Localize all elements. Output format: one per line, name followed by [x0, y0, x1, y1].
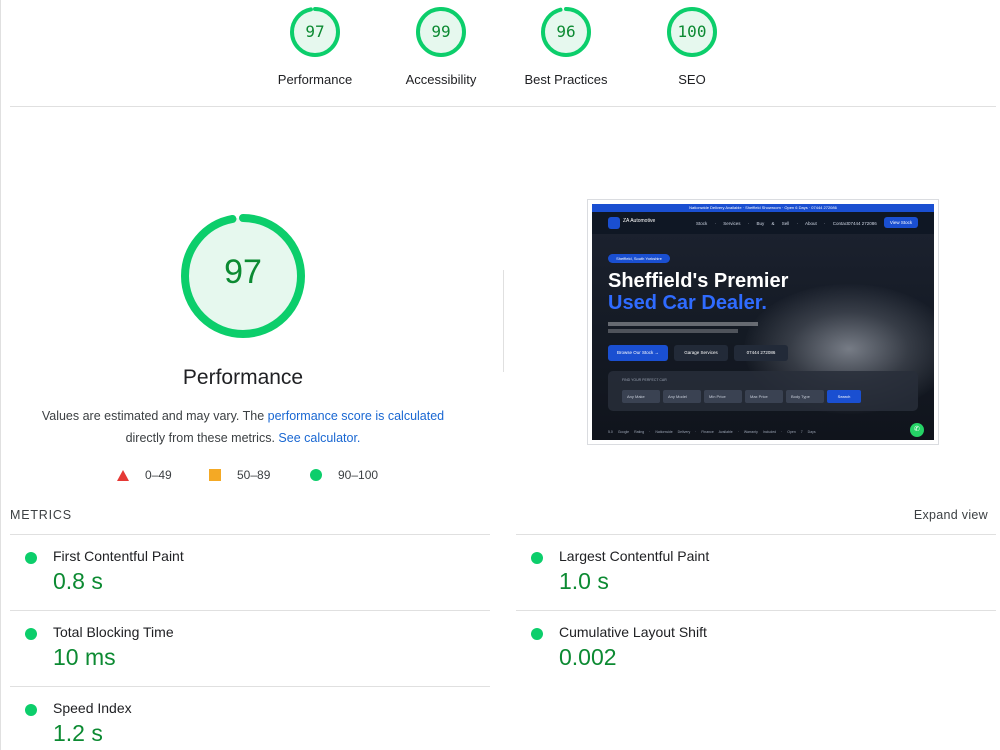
shot-subtext [608, 329, 738, 333]
gauge-score: 99 [431, 22, 451, 41]
performance-score: 97 [224, 253, 262, 291]
shot-field: Min Price [704, 390, 742, 403]
screenshot-page: Nationwide Delivery Available · Sheffiel… [592, 204, 934, 440]
gauge-label: SEO [678, 72, 706, 87]
legend-label: 0–49 [145, 468, 172, 482]
gauge-ring: 97 [287, 4, 343, 60]
shot-field: Any Model [663, 390, 701, 403]
logo-icon [608, 217, 620, 229]
shot-logo: ZA Automotive [623, 218, 656, 224]
gauge-score: 100 [677, 22, 707, 41]
circle-icon [25, 704, 37, 716]
legend-label: 90–100 [338, 468, 379, 482]
divider [10, 610, 490, 611]
gauge-performance[interactable]: 97 Performance [255, 4, 375, 87]
score-calculated-link[interactable]: performance score is calculated [268, 409, 444, 423]
gauge-score: 97 [305, 22, 325, 41]
gauge-label: Accessibility [405, 72, 477, 87]
shot-browse-button: Browse Our Stock → [608, 345, 668, 361]
circle-icon [531, 552, 543, 564]
circle-icon [310, 469, 322, 481]
desc-text: directly from these metrics. [125, 431, 279, 445]
metric-name: Cumulative Layout Shift [559, 624, 707, 640]
metric-value: 10 ms [53, 644, 116, 670]
metric-name: First Contentful Paint [53, 548, 184, 564]
triangle-icon [117, 469, 129, 481]
circle-icon [25, 552, 37, 564]
metric-name: Speed Index [53, 700, 132, 716]
see-calculator-link[interactable]: See calculator. [278, 431, 360, 445]
shot-garage-button: Garage Services [674, 345, 728, 361]
shot-phone: 07444 272086 [848, 221, 877, 226]
circle-icon [25, 628, 37, 640]
gauge-best-practices[interactable]: 96 Best Practices [506, 4, 626, 87]
gauge-label: Performance [277, 72, 353, 87]
shot-headline: Sheffield's Premier [608, 270, 789, 292]
divider [10, 686, 490, 687]
whatsapp-icon: ✆ [910, 423, 924, 437]
shot-field: Body Type [786, 390, 824, 403]
vertical-divider [503, 270, 504, 372]
shot-search-panel: FIND YOUR PERFECT CAR Any Make Any Model… [608, 371, 918, 411]
shot-field: Any Make [622, 390, 660, 403]
performance-title: Performance [182, 366, 304, 389]
gauge-ring: 99 [413, 4, 469, 60]
divider [10, 106, 996, 107]
metric-name: Largest Contentful Paint [559, 548, 710, 564]
square-icon [209, 469, 221, 481]
shot-nav: ZA Automotive Stock · Services · Buy & S… [592, 212, 934, 234]
shot-nav-links: Stock · Services · Buy & Sell · About · … [696, 221, 849, 226]
metric-value: 1.0 s [559, 568, 609, 594]
metric-value: 0.002 [559, 644, 617, 670]
shot-badges: 5.0 Google Rating · Nationwide Delivery … [608, 430, 816, 434]
shot-search-label: FIND YOUR PERFECT CAR [622, 378, 667, 382]
expand-view-toggle[interactable]: Expand view [914, 508, 988, 522]
legend-pass: 90–100 [310, 467, 378, 483]
performance-gauge: 97 [178, 211, 308, 341]
gauge-score: 96 [556, 22, 576, 41]
divider [516, 534, 996, 535]
gauge-seo[interactable]: 100 SEO [632, 4, 752, 87]
gauge-ring: 96 [538, 4, 594, 60]
shot-phone-button: 07444 272086 [734, 345, 788, 361]
shot-stock-button: View Stock [884, 217, 918, 228]
shot-search-button: Search [827, 390, 861, 403]
gauge-label: Best Practices [524, 72, 608, 87]
metric-name: Total Blocking Time [53, 624, 174, 640]
divider [516, 610, 996, 611]
shot-headline-accent: Used Car Dealer. [608, 292, 767, 314]
shot-location-pill: Sheffield, South Yorkshire [608, 254, 670, 263]
desc-text: Values are estimated and may vary. The [41, 409, 268, 423]
final-screenshot[interactable]: Nationwide Delivery Available · Sheffiel… [587, 199, 939, 445]
metrics-heading: METRICS [10, 508, 72, 522]
category-gauges: 97 Performance 99 Accessibility 96 Best … [0, 0, 1000, 106]
shot-topbar: Nationwide Delivery Available · Sheffiel… [592, 204, 934, 212]
legend-average: 50–89 [209, 467, 270, 483]
gauge-ring: 100 [664, 4, 720, 60]
metric-value: 0.8 s [53, 568, 103, 594]
shot-field: Max Price [745, 390, 783, 403]
legend-label: 50–89 [237, 468, 271, 482]
circle-icon [531, 628, 543, 640]
divider [10, 534, 490, 535]
shot-subtext [608, 322, 758, 326]
gauge-accessibility[interactable]: 99 Accessibility [381, 4, 501, 87]
legend-fail: 0–49 [117, 467, 172, 483]
performance-description: Values are estimated and may vary. The p… [0, 405, 486, 449]
metric-value: 1.2 s [53, 720, 103, 746]
